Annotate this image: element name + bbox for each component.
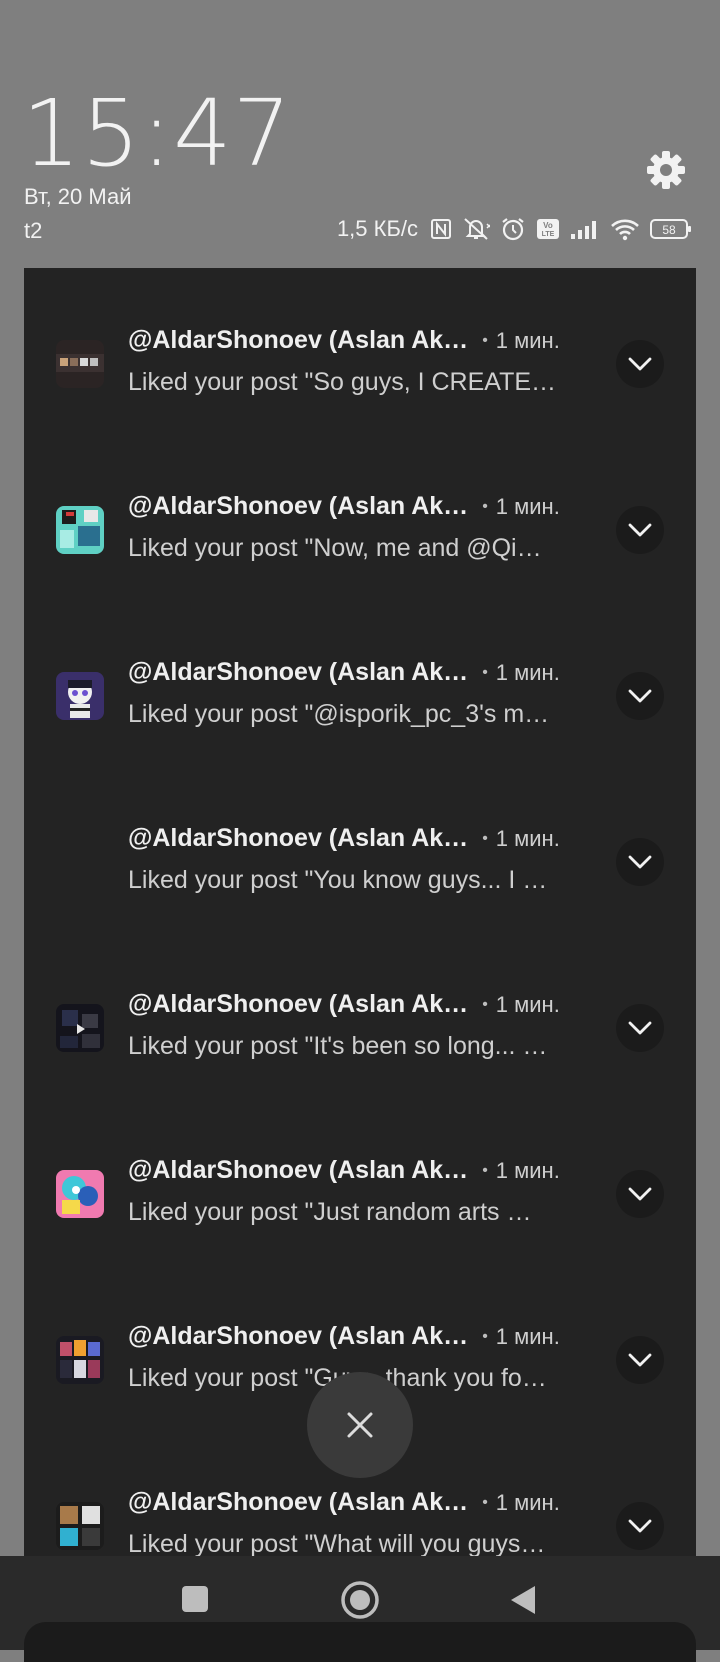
bottom-panel bbox=[24, 1622, 696, 1662]
battery-icon: 58 bbox=[650, 218, 692, 240]
notification-thumbnail bbox=[56, 1004, 104, 1052]
notification-header: @AldarShonoev (Aslan Ak… • 1 мин. bbox=[128, 1488, 588, 1517]
notification-sender: @AldarShonoev (Aslan Ak… bbox=[128, 658, 469, 686]
expand-button[interactable] bbox=[616, 838, 664, 886]
separator-dot: • bbox=[482, 497, 488, 515]
chevron-down-icon bbox=[628, 1519, 652, 1533]
chevron-down-icon bbox=[628, 1021, 652, 1035]
notification-sender: @AldarShonoev (Aslan Ak… bbox=[128, 326, 469, 354]
wifi-icon bbox=[610, 217, 640, 241]
gear-icon[interactable] bbox=[646, 150, 686, 190]
volte-icon: Vo LTE bbox=[536, 218, 560, 240]
separator-dot: • bbox=[482, 331, 488, 349]
square-icon bbox=[182, 1586, 208, 1612]
separator-dot: • bbox=[482, 995, 488, 1013]
notification-item[interactable]: @AldarShonoev (Aslan Ak… • 1 мин. Liked … bbox=[24, 766, 696, 932]
svg-text:LTE: LTE bbox=[542, 231, 555, 238]
date-label[interactable]: Вт, 20 Май bbox=[24, 184, 132, 210]
notification-text: Liked your post "So guys, I CREATE… bbox=[128, 368, 557, 396]
notification-item[interactable]: @AldarShonoev (Aslan Ak… • 1 мин. Liked … bbox=[24, 932, 696, 1098]
notification-thumbnail bbox=[56, 1170, 104, 1218]
notification-sender: @AldarShonoev (Aslan Ak… bbox=[128, 990, 469, 1018]
notification-thumbnail bbox=[56, 1336, 104, 1384]
svg-text:Vo: Vo bbox=[543, 221, 553, 230]
notification-thumbnail bbox=[56, 1502, 104, 1550]
notification-sender: @AldarShonoev (Aslan Ak… bbox=[128, 824, 469, 852]
notification-thumbnail bbox=[56, 672, 104, 720]
notification-time: 1 мин. bbox=[495, 493, 560, 519]
notification-time: 1 мин. bbox=[495, 659, 560, 685]
notification-item[interactable]: @AldarShonoev (Aslan Ak… • 1 мин. Liked … bbox=[24, 600, 696, 766]
expand-button[interactable] bbox=[616, 340, 664, 388]
notification-text: Liked your post "@isporik_pc_3's m… bbox=[128, 700, 550, 728]
notification-item[interactable]: @AldarShonoev (Aslan Ak… • 1 мин. Liked … bbox=[24, 268, 696, 434]
notification-sender: @AldarShonoev (Aslan Ak… bbox=[128, 1156, 469, 1184]
notification-text: Liked your post "Just random arts … bbox=[128, 1198, 532, 1226]
notification-sender: @AldarShonoev (Aslan Ak… bbox=[128, 492, 469, 520]
notification-header: @AldarShonoev (Aslan Ak… • 1 мин. bbox=[128, 1156, 588, 1185]
recents-button[interactable] bbox=[180, 1584, 210, 1619]
expand-button[interactable] bbox=[616, 672, 664, 720]
notification-header: @AldarShonoev (Aslan Ak… • 1 мин. bbox=[128, 1322, 588, 1351]
chevron-down-icon bbox=[628, 1187, 652, 1201]
separator-dot: • bbox=[482, 829, 488, 847]
notification-time: 1 мин. bbox=[495, 327, 560, 353]
notification-time: 1 мин. bbox=[495, 1489, 560, 1515]
notification-item[interactable]: @AldarShonoev (Aslan Ak… • 1 мин. Liked … bbox=[24, 1098, 696, 1264]
signal-icon bbox=[570, 218, 600, 240]
expand-button[interactable] bbox=[616, 1336, 664, 1384]
notification-thumbnail bbox=[56, 838, 104, 886]
notification-header: @AldarShonoev (Aslan Ak… • 1 мин. bbox=[128, 326, 588, 355]
notification-header: @AldarShonoev (Aslan Ak… • 1 мин. bbox=[128, 824, 588, 853]
back-button[interactable] bbox=[508, 1584, 538, 1621]
notification-header: @AldarShonoev (Aslan Ak… • 1 мин. bbox=[128, 492, 588, 521]
expand-button[interactable] bbox=[616, 1004, 664, 1052]
notification-header: @AldarShonoev (Aslan Ak… • 1 мин. bbox=[128, 658, 588, 687]
status-icons: 1,5 КБ/с Vo LTE 58 bbox=[337, 216, 692, 242]
chevron-down-icon bbox=[628, 855, 652, 869]
notification-sender: @AldarShonoev (Aslan Ak… bbox=[128, 1488, 469, 1516]
notification-time: 1 мин. bbox=[495, 825, 560, 851]
nfc-icon bbox=[430, 218, 452, 240]
network-speed: 1,5 КБ/с bbox=[336, 216, 418, 241]
expand-button[interactable] bbox=[616, 506, 664, 554]
notification-text: Liked your post "What will you guys… bbox=[128, 1530, 546, 1558]
notification-header: @AldarShonoev (Aslan Ak… • 1 мин. bbox=[128, 990, 588, 1019]
chevron-down-icon bbox=[628, 1353, 652, 1367]
chevron-down-icon bbox=[628, 689, 652, 703]
circle-icon bbox=[341, 1581, 379, 1619]
notification-text: Liked your post "You know guys... I … bbox=[128, 866, 548, 894]
alarm-icon bbox=[500, 216, 526, 242]
expand-button[interactable] bbox=[616, 1502, 664, 1550]
expand-button[interactable] bbox=[616, 1170, 664, 1218]
notification-thumbnail bbox=[56, 340, 104, 388]
separator-dot: • bbox=[482, 1161, 488, 1179]
notification-sender: @AldarShonoev (Aslan Ak… bbox=[128, 1322, 469, 1350]
chevron-down-icon bbox=[628, 523, 652, 537]
home-button[interactable] bbox=[340, 1580, 380, 1625]
chevron-down-icon bbox=[628, 357, 652, 371]
clear-all-button[interactable] bbox=[307, 1372, 413, 1478]
notification-time: 1 мин. bbox=[495, 1323, 560, 1349]
clock[interactable]: 15:47 bbox=[22, 80, 292, 187]
carrier-label: t2 bbox=[24, 218, 43, 243]
notification-text: Liked your post "Now, me and @Qi… bbox=[128, 534, 542, 562]
notification-text: Liked your post "It's been so long... … bbox=[128, 1032, 548, 1060]
notification-time: 1 мин. bbox=[495, 991, 560, 1017]
mute-icon bbox=[462, 216, 490, 242]
svg-text:58: 58 bbox=[662, 223, 676, 237]
notification-thumbnail bbox=[56, 506, 104, 554]
notification-time: 1 мин. bbox=[495, 1157, 560, 1183]
separator-dot: • bbox=[482, 1493, 488, 1511]
separator-dot: • bbox=[482, 1327, 488, 1345]
separator-dot: • bbox=[482, 663, 488, 681]
close-icon bbox=[347, 1412, 373, 1438]
notification-item[interactable]: @AldarShonoev (Aslan Ak… • 1 мин. Liked … bbox=[24, 434, 696, 600]
back-triangle-icon bbox=[511, 1586, 535, 1614]
